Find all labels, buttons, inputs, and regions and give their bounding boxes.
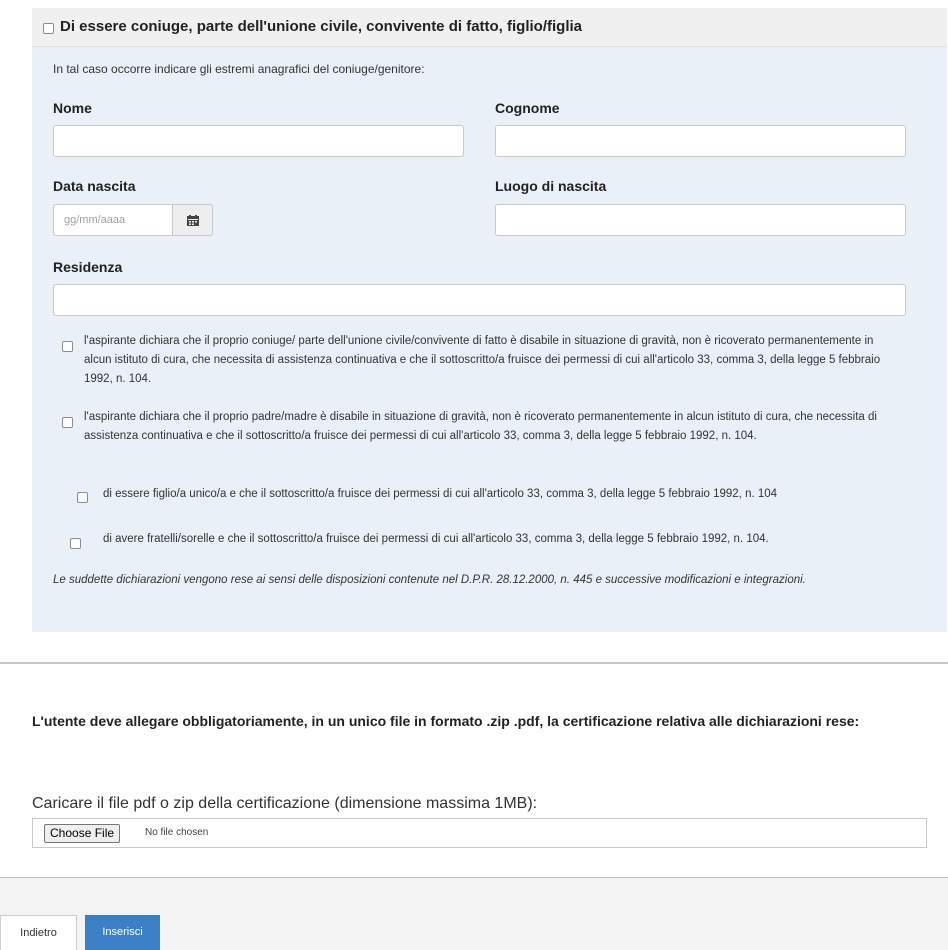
- date-picker: [53, 204, 213, 236]
- option-checkbox-2[interactable]: [62, 417, 73, 428]
- residenza-input[interactable]: [53, 284, 906, 316]
- intro-text: In tal caso occorre indicare gli estremi…: [53, 62, 425, 76]
- file-input[interactable]: Choose File No file chosen: [32, 818, 927, 848]
- section-header: Di essere coniuge, parte dell'unione civ…: [32, 8, 947, 47]
- cognome-input[interactable]: [495, 125, 906, 157]
- no-file-text: No file chosen: [145, 827, 209, 838]
- nome-label: Nome: [53, 100, 92, 116]
- option-checkbox-3[interactable]: [77, 492, 88, 503]
- luogo-nascita-label: Luogo di nascita: [495, 178, 607, 194]
- upload-label: Caricare il file pdf o zip della certifi…: [32, 795, 538, 812]
- option-checkbox-1[interactable]: [62, 341, 73, 352]
- choose-file-button[interactable]: Choose File: [44, 824, 121, 843]
- option-text-2: l'aspirante dichiara che il proprio padr…: [84, 411, 877, 442]
- nome-input[interactable]: [53, 125, 464, 157]
- back-button[interactable]: Indietro: [0, 915, 77, 950]
- option-text-3: di essere figlio/a unico/a e che il sott…: [103, 488, 778, 500]
- footer-divider: [0, 877, 948, 878]
- upload-title: L'utente deve allegare obbligatoriamente…: [32, 713, 860, 729]
- section-title: Di essere coniuge, parte dell'unione civ…: [60, 18, 583, 35]
- option-checkbox-4[interactable]: [70, 538, 81, 549]
- data-nascita-label: Data nascita: [53, 178, 136, 194]
- option-text-4: di avere fratelli/sorelle e che il sotto…: [103, 533, 769, 545]
- calendar-button[interactable]: [172, 204, 213, 236]
- section-checkbox[interactable]: [43, 23, 54, 34]
- residenza-label: Residenza: [53, 259, 123, 275]
- data-nascita-input[interactable]: [53, 204, 173, 236]
- insert-button[interactable]: Inserisci: [85, 915, 160, 950]
- calendar-icon: [187, 215, 199, 226]
- luogo-nascita-input[interactable]: [495, 204, 906, 236]
- divider: [0, 662, 948, 664]
- option-text-1: l'aspirante dichiara che il proprio coni…: [84, 335, 881, 385]
- cognome-label: Cognome: [495, 100, 560, 116]
- legal-note: Le suddette dichiarazioni vengono rese a…: [53, 574, 806, 586]
